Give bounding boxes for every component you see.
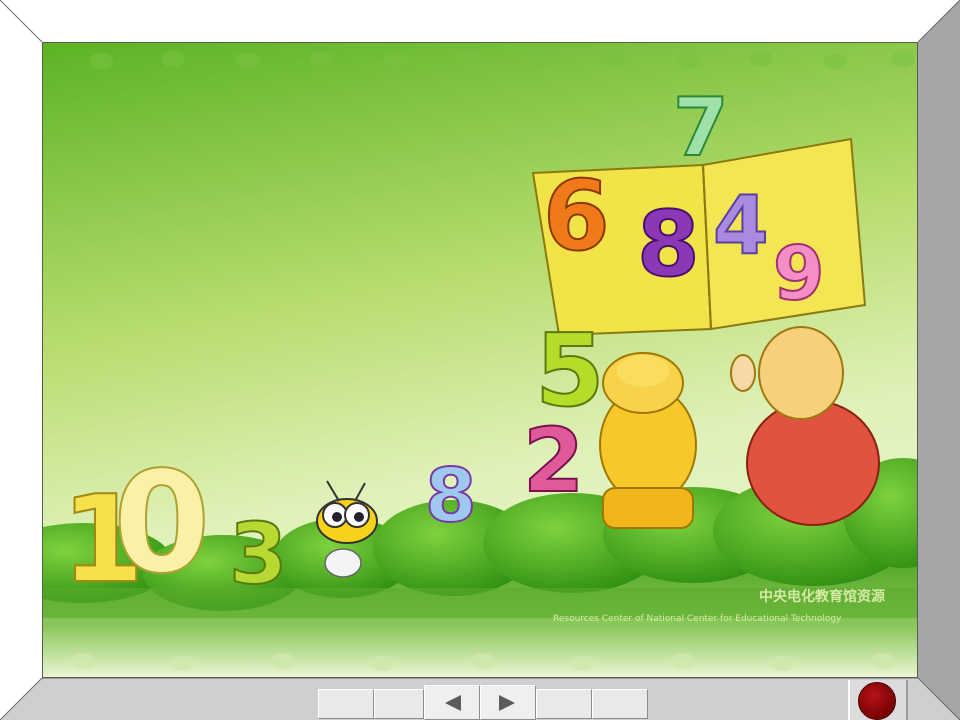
slide-illustration: 1 0 3 8 2 5 6 8 4 9 7 中央电化教育馆资源 Resource… <box>43 43 917 677</box>
numeral-0: 0 <box>113 442 210 605</box>
numeral-5: 5 <box>535 312 605 429</box>
record-panel <box>848 680 908 720</box>
numeral-3-bottom: 3 <box>229 505 287 603</box>
watermark-subtitle: Resources Center of National Center for … <box>553 614 842 624</box>
numeral-8-blue: 8 <box>425 453 477 539</box>
nav-blank-button-4[interactable] <box>592 689 648 719</box>
slide-stage: 1 0 3 8 2 5 6 8 4 9 7 中央电化教育馆资源 Resource… <box>42 42 918 678</box>
numeral-9: 9 <box>773 231 825 317</box>
nav-blank-button-1[interactable] <box>318 689 374 719</box>
child-yellow-hat <box>599 352 697 529</box>
nav-blank-button-2[interactable] <box>374 689 424 719</box>
prev-slide-button[interactable] <box>424 685 480 720</box>
numeral-4: 4 <box>713 179 769 272</box>
numeral-7: 7 <box>673 81 729 174</box>
triangle-left-icon <box>445 694 461 711</box>
watermark-title: 中央电化教育馆资源 <box>759 588 885 605</box>
triangle-right-icon <box>499 694 515 711</box>
next-slide-button[interactable] <box>480 685 536 720</box>
record-dot-icon[interactable] <box>858 682 896 720</box>
nav-blank-button-3[interactable] <box>536 689 592 719</box>
numeral-8-purple: 8 <box>637 192 700 297</box>
numeral-6: 6 <box>543 160 610 272</box>
